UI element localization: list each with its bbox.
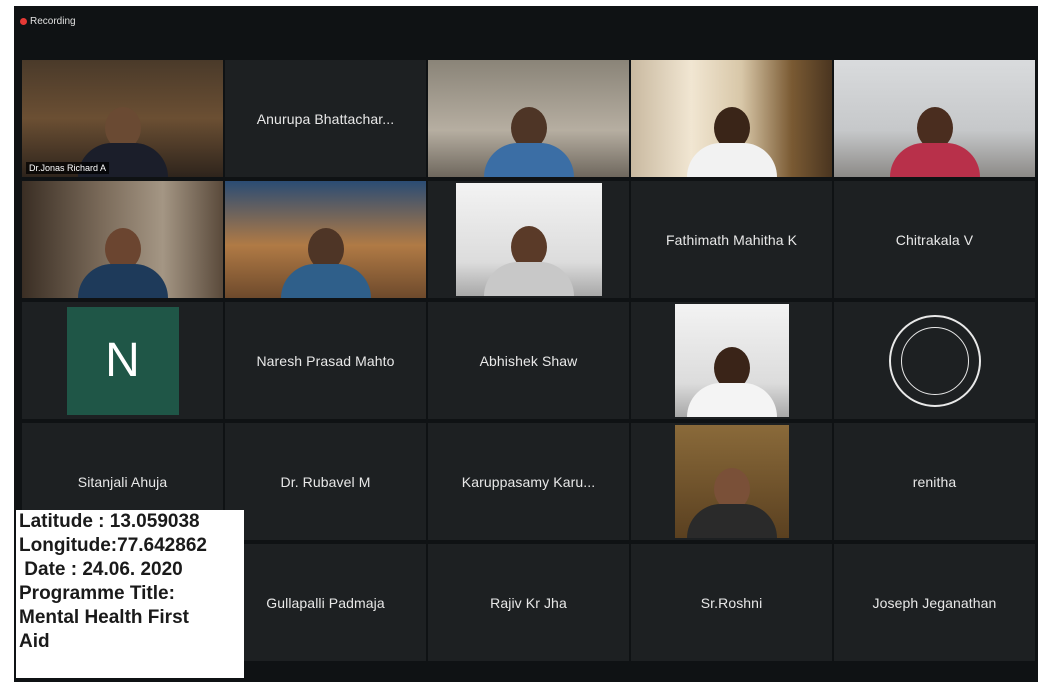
participant-tile-fathimath[interactable]: Fathimath Mahitha K [631,181,832,298]
participant-tile-logo[interactable] [834,302,1035,419]
longitude-text: Longitude:77.642862 [19,535,207,556]
programme-title-line2: Aid [19,631,50,652]
participant-silhouette [889,107,980,177]
date-text: Date : 24.06. 2020 [19,559,183,580]
participant-silhouette [686,347,777,417]
institution-logo-icon [888,314,981,407]
geo-tag-overlay: Latitude : 13.059038 Longitude:77.642862… [16,510,244,678]
participant-tile-photo[interactable] [631,423,832,540]
participant-name: Karuppasamy Karu... [461,473,596,490]
participant-video-label: Dr.Jonas Richard A [26,162,110,174]
participant-video [455,183,602,296]
participant-name: Fathimath Mahitha K [665,231,798,248]
participant-avatar: N [66,306,179,415]
participant-tile-karuppasamy[interactable]: Karuppasamy Karu... [428,423,629,540]
recording-label: Recording [30,16,76,27]
participant-name: Naresh Prasad Mahto [256,352,395,369]
participant-name: Abhishek Shaw [479,352,578,369]
participant-silhouette [686,107,777,177]
participant-tile-renitha[interactable]: renitha [834,423,1035,540]
participant-name: Chitrakala V [895,231,974,248]
participant-tile-photo[interactable] [631,302,832,419]
participant-silhouette [686,468,777,538]
participant-tile-video[interactable] [22,181,223,298]
participant-tile-roshni[interactable]: Sr.Roshni [631,544,832,661]
participant-silhouette [483,226,574,296]
participant-tile-chitrakala[interactable]: Chitrakala V [834,181,1035,298]
participant-tile-dr-jonas-richard[interactable]: Dr.Jonas Richard A [22,60,223,177]
participant-tile-avatar-n[interactable]: N [22,302,223,419]
participant-photo [674,304,789,417]
participant-tile-anurupa[interactable]: Anurupa Bhattachar... [225,60,426,177]
participant-tile-video[interactable] [631,60,832,177]
recording-indicator: Recording [20,16,76,27]
recording-dot-icon [20,18,27,25]
participant-name: renitha [912,473,957,490]
programme-title-line1: Mental Health First [19,607,189,628]
participant-name: Anurupa Bhattachar... [256,110,395,127]
participant-name: Dr. Rubavel M [280,473,371,490]
participant-photo [674,425,789,538]
participant-name: Gullapalli Padmaja [266,594,385,611]
participant-tile-rajiv[interactable]: Rajiv Kr Jha [428,544,629,661]
programme-title-label: Programme Title: [19,583,175,604]
participant-tile-rubavel[interactable]: Dr. Rubavel M [225,423,426,540]
participant-silhouette [77,228,168,298]
participant-tile-video[interactable] [428,181,629,298]
participant-tile-naresh[interactable]: Naresh Prasad Mahto [225,302,426,419]
participant-name: Sr.Roshni [700,594,763,611]
participant-name: Sitanjali Ahuja [77,473,168,490]
participant-tile-video[interactable] [834,60,1035,177]
latitude-text: Latitude : 13.059038 [19,511,200,532]
participant-tile-gullapalli[interactable]: Gullapalli Padmaja [225,544,426,661]
participant-silhouette [280,228,371,298]
participant-silhouette [483,107,574,177]
participant-name: Rajiv Kr Jha [490,594,567,611]
participant-tile-joseph[interactable]: Joseph Jeganathan [834,544,1035,661]
participant-tile-video[interactable] [225,181,426,298]
participant-name: Joseph Jeganathan [872,594,997,611]
participant-tile-abhishek[interactable]: Abhishek Shaw [428,302,629,419]
participant-tile-video[interactable] [428,60,629,177]
